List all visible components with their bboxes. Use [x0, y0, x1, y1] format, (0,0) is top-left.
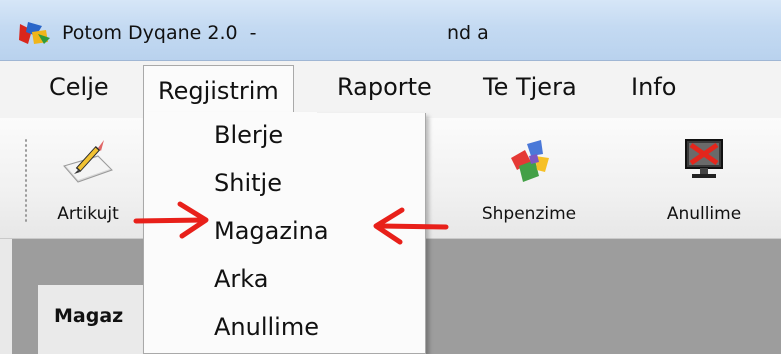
toolbar-anullime-button[interactable]: Anullime — [648, 136, 760, 224]
menu-info[interactable]: Info — [631, 73, 676, 101]
content-left-strip — [0, 239, 12, 354]
menu-raporte[interactable]: Raporte — [337, 73, 432, 101]
toolbar-anullime-label: Anullime — [666, 204, 742, 224]
window-title: Potom Dyqane 2.0 - — [62, 22, 257, 44]
pencil-paper-icon — [63, 140, 113, 183]
dropdown-item-blerje[interactable]: Blerje — [214, 121, 283, 149]
dropdown-item-shitje[interactable]: Shitje — [214, 169, 282, 197]
menu-te-tjera[interactable]: Te Tjera — [483, 73, 577, 101]
title-bar: Potom Dyqane 2.0 - nd a — [0, 0, 781, 61]
right-arrow-icon — [133, 201, 209, 239]
monitor-x-icon — [685, 139, 723, 178]
form-title: Magaz — [54, 305, 124, 327]
menu-celje[interactable]: Celje — [49, 73, 109, 101]
dropdown-item-anullime[interactable]: Anullime — [214, 313, 319, 341]
toolbar-artikujt-label: Artikujt — [57, 204, 119, 224]
menu-bar: Celje Regjistrim Raporte Te Tjera Info — [0, 61, 781, 118]
app-logo-icon — [19, 22, 50, 44]
dropdown-item-arka[interactable]: Arka — [214, 265, 268, 293]
left-arrow-icon — [373, 207, 449, 245]
window-title-suffix: nd a — [447, 22, 489, 44]
toolbar-grip[interactable] — [24, 138, 28, 224]
colored-blocks-icon — [511, 140, 549, 182]
toolbar-artikujt-button[interactable]: Artikujt — [43, 136, 133, 224]
menu-regjistrim[interactable]: Regjistrim — [143, 65, 294, 115]
toolbar-shpenzime-button[interactable]: Shpenzime — [466, 136, 592, 224]
toolbar-shpenzime-label: Shpenzime — [481, 204, 577, 224]
dropdown-item-magazina[interactable]: Magazina — [214, 217, 329, 245]
